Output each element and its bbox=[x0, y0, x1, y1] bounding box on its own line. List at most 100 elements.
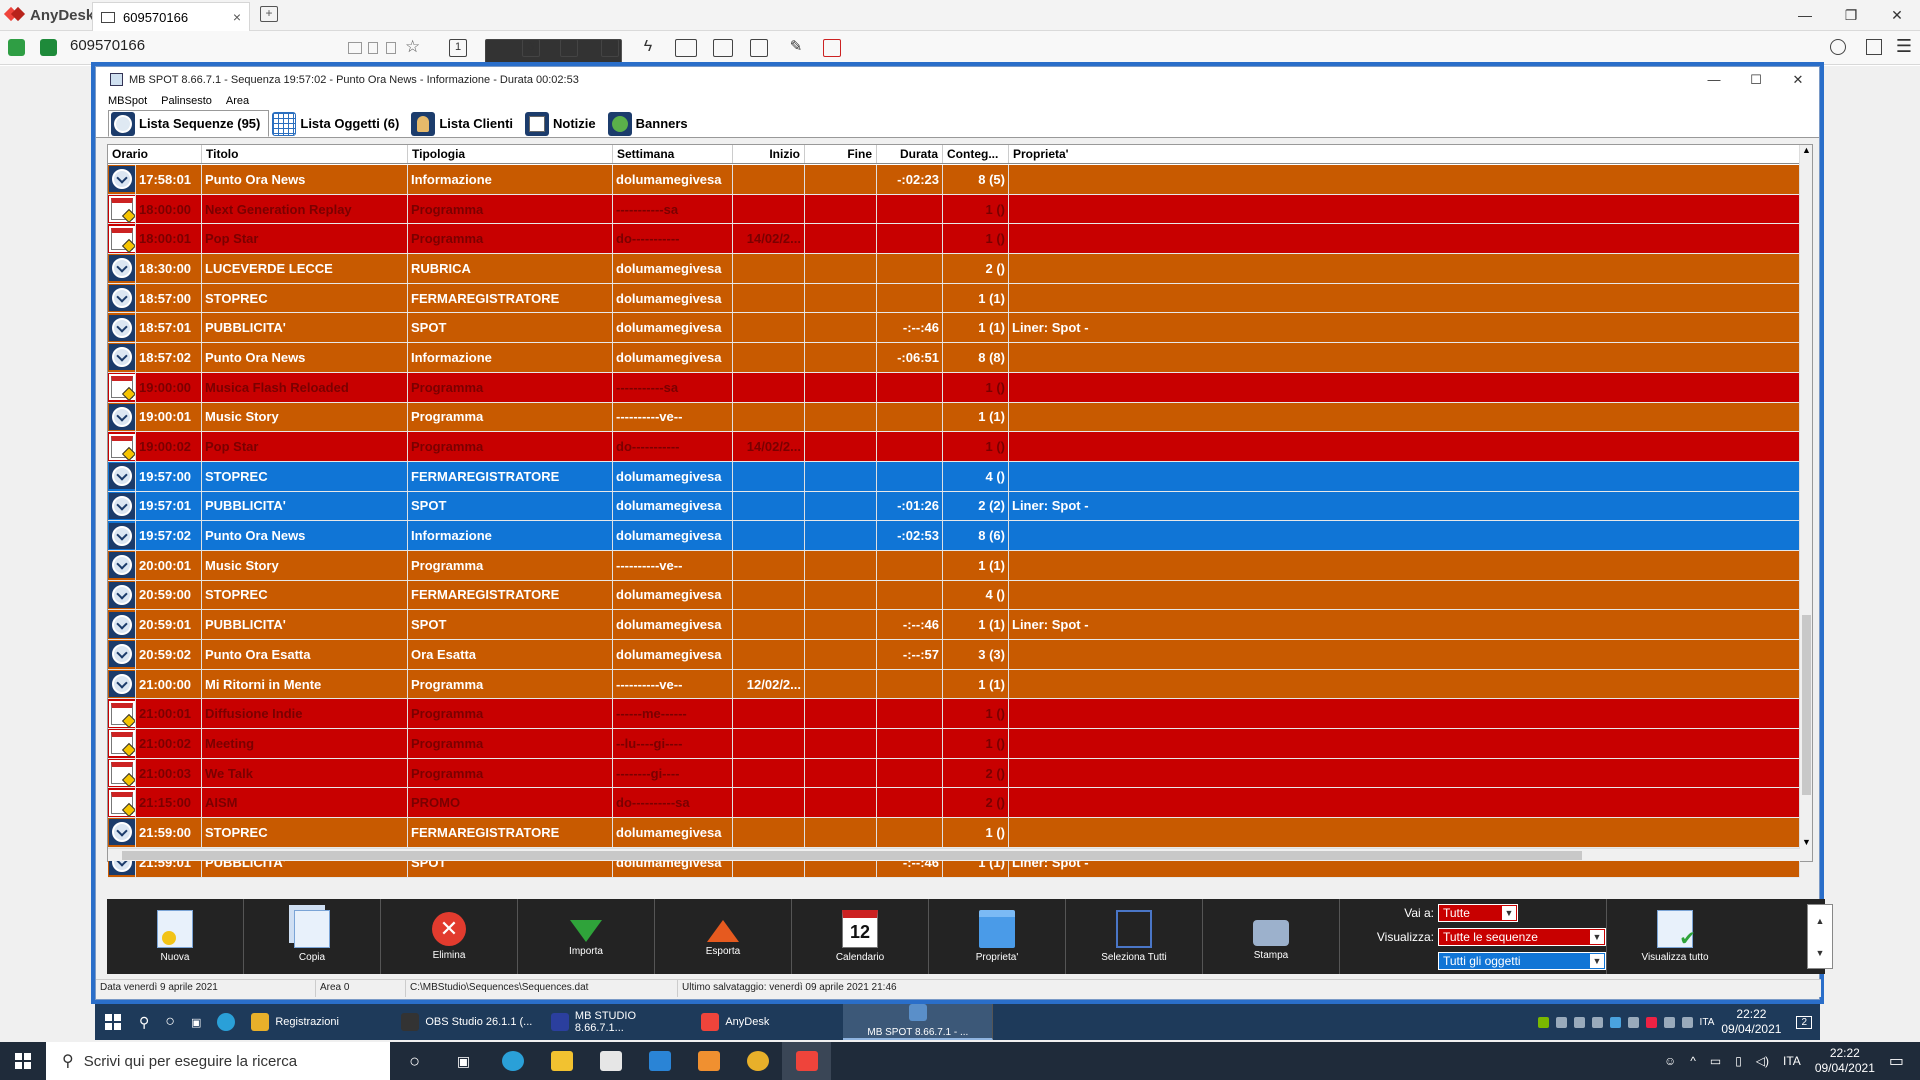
scroll-up-icon[interactable]: ▲ bbox=[1802, 145, 1811, 155]
tab-lista-sequenze[interactable]: Lista Sequenze (95) bbox=[108, 110, 270, 137]
table-row[interactable]: 18:57:02 Punto Ora News Informazione doluma… bbox=[108, 343, 1800, 373]
table-row[interactable]: 21:00:02 Meeting Programma --lu----gi---- 1 … bbox=[108, 729, 1800, 759]
col-orario[interactable]: Orario bbox=[108, 145, 202, 163]
media-player-icon[interactable] bbox=[684, 1042, 733, 1080]
visualizza-select[interactable]: Tutte le sequenze ▼ bbox=[1438, 928, 1606, 946]
restore-button[interactable]: ❐ bbox=[1828, 0, 1874, 30]
table-row[interactable]: 20:59:00 STOPREC FERMAREGISTRATORE dolumame… bbox=[108, 580, 1800, 611]
col-tipologia[interactable]: Tipologia bbox=[408, 145, 613, 163]
chat-icon[interactable] bbox=[601, 39, 619, 57]
chevron-down-icon[interactable]: ▼ bbox=[1590, 954, 1604, 968]
taskbar-search[interactable]: ⚲ Scrivi qui per eseguire la ricerca bbox=[46, 1042, 390, 1080]
table-row[interactable]: 18:00:01 Pop Star Programma do----------- 14… bbox=[108, 224, 1800, 255]
file-icon[interactable] bbox=[386, 42, 396, 54]
remote-task-item[interactable]: MB SPOT 8.66.7.1 - ... bbox=[843, 1004, 994, 1040]
elimina-button[interactable]: ✕ Elimina bbox=[381, 899, 518, 974]
tray-chevron-icon[interactable]: ^ bbox=[1690, 1054, 1696, 1068]
tray-app-icon[interactable] bbox=[1573, 1016, 1585, 1028]
mbspot-minimize-button[interactable]: — bbox=[1693, 67, 1735, 92]
stampa-button[interactable]: Stampa bbox=[1203, 899, 1340, 974]
remote-cortana-icon[interactable]: ○ bbox=[157, 1004, 183, 1040]
remote-task-item[interactable]: AnyDesk bbox=[693, 1004, 843, 1040]
monitor-1-button[interactable]: 1 bbox=[449, 39, 467, 57]
col-inizio[interactable]: Inizio bbox=[733, 145, 805, 163]
keyboard-icon[interactable] bbox=[348, 42, 362, 54]
history-icon[interactable] bbox=[1830, 39, 1846, 55]
horizontal-scroll-thumb[interactable] bbox=[122, 851, 1582, 860]
tray-nvidia-icon[interactable] bbox=[1537, 1016, 1549, 1028]
permissions-icon[interactable] bbox=[750, 39, 768, 57]
vertical-scrollbar[interactable]: ▲ ▼ bbox=[1799, 145, 1812, 861]
chevron-down-icon[interactable]: ▼ bbox=[1502, 906, 1516, 920]
mbspot-maximize-button[interactable]: ☐ bbox=[1735, 67, 1777, 92]
table-row[interactable]: 21:00:00 Mi Ritorni in Mente Programma ----… bbox=[108, 669, 1800, 700]
table-row[interactable]: 21:00:03 We Talk Programma --------gi---- 2 … bbox=[108, 758, 1800, 789]
col-settimana[interactable]: Settimana bbox=[613, 145, 733, 163]
mail-icon[interactable] bbox=[635, 1042, 684, 1080]
col-durata[interactable]: Durata bbox=[877, 145, 943, 163]
remote-search-icon[interactable]: ⚲ bbox=[131, 1004, 157, 1040]
scroll-down-icon[interactable]: ▼ bbox=[1802, 837, 1811, 847]
tray-app-icon[interactable] bbox=[1645, 1016, 1657, 1028]
remote-notification-icon[interactable]: 2 bbox=[1796, 1015, 1812, 1029]
esporta-button[interactable]: Esporta bbox=[655, 899, 792, 974]
oggetti-select[interactable]: Tutti gli oggetti ▼ bbox=[1438, 952, 1606, 970]
tray-app-icon[interactable] bbox=[1609, 1016, 1621, 1028]
col-fine[interactable]: Fine bbox=[805, 145, 877, 163]
visualizza-tutto-button[interactable]: Visualizza tutto bbox=[1606, 899, 1743, 974]
remote-lang[interactable]: ITA bbox=[1700, 1017, 1715, 1028]
action-center-icon[interactable]: ▭ bbox=[1889, 1051, 1904, 1071]
table-row[interactable]: 18:57:00 STOPREC FERMAREGISTRATORE dolumame… bbox=[108, 283, 1800, 314]
table-row[interactable]: 19:00:02 Pop Star Programma do----------- 14… bbox=[108, 432, 1800, 462]
monitor-3-button[interactable]: 3 bbox=[522, 39, 540, 57]
table-row[interactable]: 19:57:00 STOPREC FERMAREGISTRATORE dolumame… bbox=[108, 461, 1800, 492]
horizontal-scrollbar[interactable] bbox=[108, 848, 1800, 861]
remote-taskview-icon[interactable]: ▣ bbox=[183, 1004, 209, 1040]
anydesk-taskbar-icon[interactable] bbox=[782, 1042, 831, 1080]
remote-task-item[interactable]: OBS Studio 26.1.1 (... bbox=[393, 1004, 543, 1040]
actions-icon[interactable]: ϟ bbox=[639, 39, 657, 57]
tray-volume-icon[interactable]: ◁) bbox=[1756, 1054, 1769, 1068]
tray-app-icon[interactable] bbox=[1591, 1016, 1603, 1028]
vertical-scroll-thumb[interactable] bbox=[1802, 615, 1811, 795]
table-row[interactable]: 21:15:00 AISM PROMO do----------sa 2 () bbox=[108, 788, 1800, 819]
download-icon[interactable] bbox=[1866, 39, 1882, 55]
importa-button[interactable]: Importa bbox=[518, 899, 655, 974]
table-row[interactable]: 20:59:02 Punto Ora Esatta Ora Esatta doluma… bbox=[108, 640, 1800, 670]
tray-network-icon[interactable] bbox=[1663, 1016, 1675, 1028]
remote-clock[interactable]: 22:22 09/04/2021 bbox=[1721, 1007, 1781, 1037]
tray-app-icon[interactable] bbox=[1627, 1016, 1639, 1028]
col-proprieta[interactable]: Proprieta' bbox=[1009, 145, 1800, 163]
table-row[interactable]: 17:58:01 Punto Ora News Informazione doluma… bbox=[108, 165, 1800, 195]
calendario-button[interactable]: 12 Calendario bbox=[792, 899, 929, 974]
table-row[interactable]: 21:59:00 STOPREC FERMAREGISTRATORE dolumame… bbox=[108, 818, 1800, 848]
cortana-icon[interactable]: ○ bbox=[390, 1042, 439, 1080]
minimize-button[interactable]: — bbox=[1782, 0, 1828, 30]
table-row[interactable]: 18:57:01 PUBBLICITA' SPOT dolumamegivesa -:-… bbox=[108, 313, 1800, 344]
chrome-icon[interactable] bbox=[733, 1042, 782, 1080]
mbspot-close-button[interactable]: ✕ bbox=[1777, 67, 1819, 92]
table-row[interactable]: 19:57:02 Punto Ora News Informazione doluma… bbox=[108, 521, 1800, 551]
new-tab-button[interactable]: + bbox=[260, 6, 278, 22]
copia-button[interactable]: Copia bbox=[244, 899, 381, 974]
close-button[interactable]: ✕ bbox=[1874, 0, 1920, 30]
menu-mbspot[interactable]: MBSpot bbox=[108, 95, 147, 107]
whiteboard-icon[interactable]: ✎ bbox=[787, 39, 805, 57]
tray-app-icon[interactable] bbox=[1555, 1016, 1567, 1028]
file-explorer-icon[interactable] bbox=[537, 1042, 586, 1080]
tab-lista-oggetti[interactable]: Lista Oggetti (6) bbox=[269, 110, 408, 137]
table-row[interactable]: 20:00:01 Music Story Programma ----------ve… bbox=[108, 550, 1800, 581]
col-titolo[interactable]: Titolo bbox=[202, 145, 408, 163]
people-icon[interactable]: ☺ bbox=[1664, 1054, 1676, 1068]
col-conteggio[interactable]: Conteg... bbox=[943, 145, 1009, 163]
nuova-button[interactable]: Nuova bbox=[107, 899, 244, 974]
remote-task-item[interactable]: MB STUDIO 8.66.7.1... bbox=[543, 1004, 693, 1040]
close-tab-icon[interactable]: × bbox=[233, 9, 241, 25]
vai-a-select[interactable]: Tutte ▼ bbox=[1438, 904, 1518, 922]
tray-network-icon[interactable]: ▯ bbox=[1735, 1054, 1742, 1068]
table-row[interactable]: 19:00:00 Musica Flash Reloaded Programma --… bbox=[108, 372, 1800, 403]
anydesk-session-tab[interactable]: 609570166 × bbox=[92, 2, 250, 31]
table-row[interactable]: 19:57:01 PUBBLICITA' SPOT dolumamegivesa -:0… bbox=[108, 491, 1800, 522]
spin-down-icon[interactable]: ▼ bbox=[1808, 937, 1832, 969]
tab-notizie[interactable]: Notizie bbox=[522, 110, 605, 137]
